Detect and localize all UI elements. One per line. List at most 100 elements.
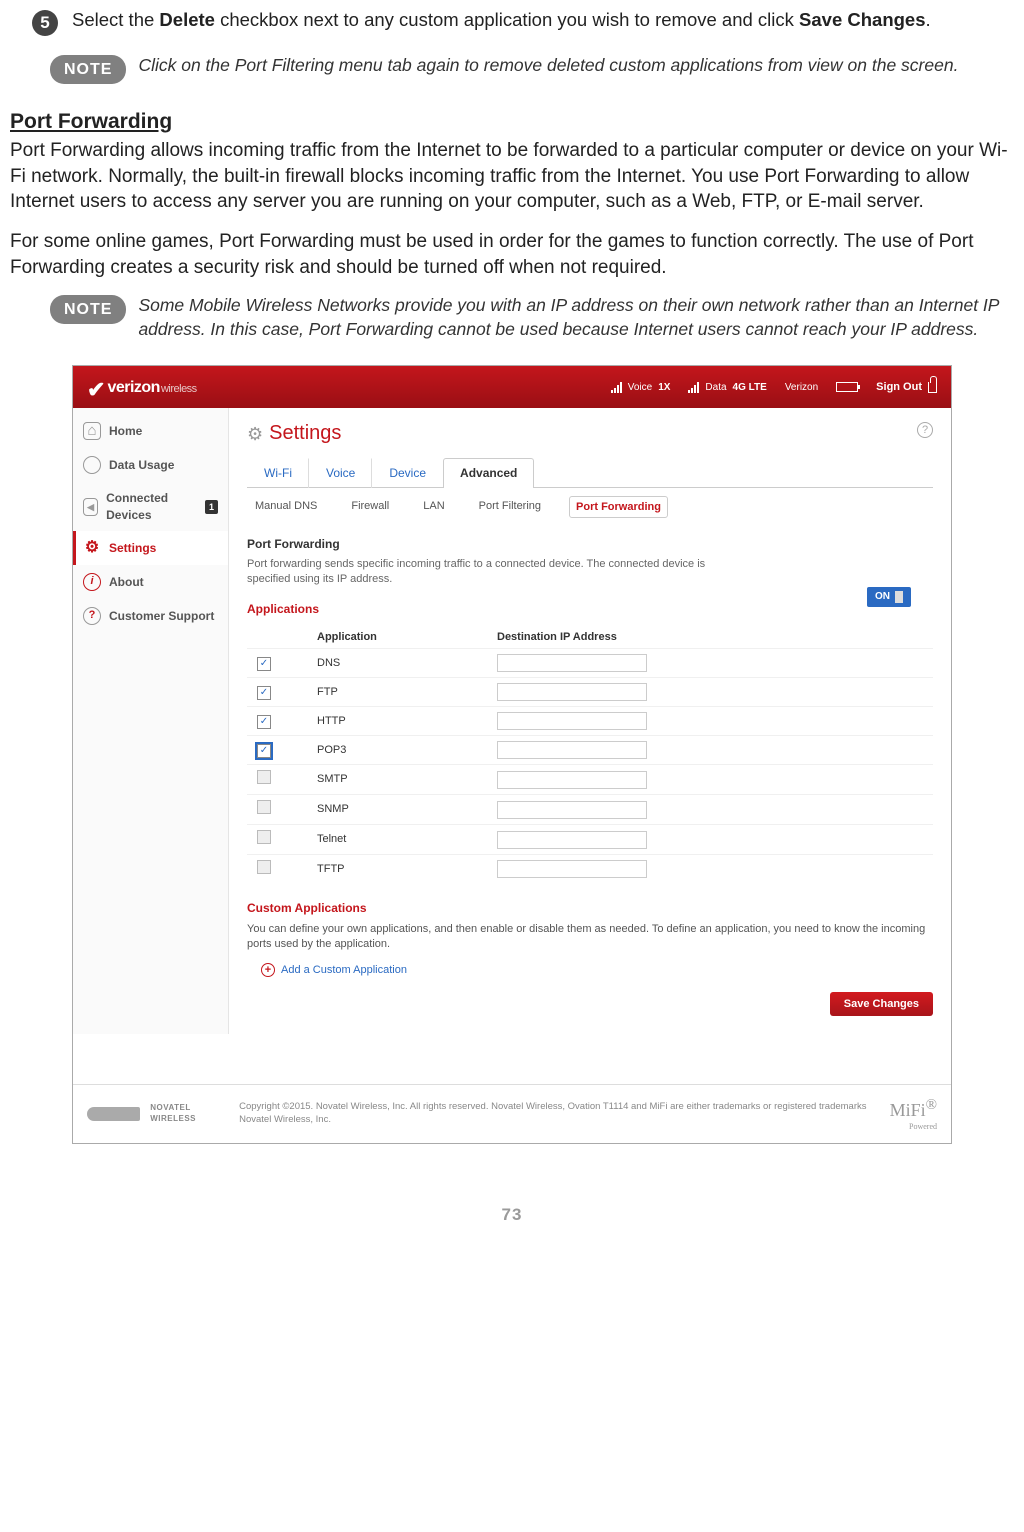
subtab-port-filtering[interactable]: Port Filtering bbox=[473, 496, 547, 519]
sidebar-label: Data Usage bbox=[109, 457, 174, 473]
destination-ip-input[interactable] bbox=[497, 683, 647, 701]
add-custom-app-link[interactable]: +Add a Custom Application bbox=[261, 963, 933, 978]
step-text-b: checkbox next to any custom application … bbox=[215, 9, 799, 30]
save-changes-button[interactable]: Save Changes bbox=[830, 992, 933, 1016]
app-name: POP3 bbox=[317, 743, 497, 758]
app-checkbox[interactable] bbox=[257, 860, 271, 874]
tab-bar: Wi-Fi Voice Device Advanced bbox=[247, 457, 933, 487]
verizon-admin-screenshot: ✔ verizonwireless Voice 1X Data 4G LTE V… bbox=[72, 365, 952, 1143]
destination-ip-input[interactable] bbox=[497, 801, 647, 819]
app-name: HTTP bbox=[317, 714, 497, 729]
subtab-lan[interactable]: LAN bbox=[417, 496, 450, 519]
carrier-indicator: Verizon bbox=[785, 381, 818, 395]
tab-voice[interactable]: Voice bbox=[309, 458, 372, 487]
note-pill: NOTE bbox=[50, 55, 126, 84]
app-checkbox[interactable] bbox=[257, 830, 271, 844]
destination-ip-input[interactable] bbox=[497, 771, 647, 789]
app-checkbox[interactable]: ✓ bbox=[257, 744, 271, 758]
lock-icon bbox=[928, 382, 937, 393]
sidebar-item-data-usage[interactable]: Data Usage bbox=[73, 448, 228, 482]
app-checkbox[interactable]: ✓ bbox=[257, 657, 271, 671]
sign-out-link[interactable]: Sign Out bbox=[876, 380, 937, 395]
pf-section-title: Port Forwarding bbox=[247, 536, 933, 552]
voice-value: 1X bbox=[658, 381, 670, 395]
footer: NOVATEL WIRELESS Copyright ©2015. Novate… bbox=[73, 1084, 951, 1143]
app-checkbox[interactable]: ✓ bbox=[257, 686, 271, 700]
note-pill: NOTE bbox=[50, 295, 126, 324]
sidebar-label: Settings bbox=[109, 540, 156, 556]
destination-ip-input[interactable] bbox=[497, 712, 647, 730]
step-5-row: 5 Select the Delete checkbox next to any… bbox=[10, 8, 1014, 36]
page-number: 73 bbox=[10, 1204, 1014, 1227]
applications-heading: Applications bbox=[247, 601, 933, 617]
gear-icon bbox=[83, 539, 101, 557]
destination-ip-input[interactable] bbox=[497, 654, 647, 672]
step-bold-save: Save Changes bbox=[799, 9, 925, 30]
tab-wifi[interactable]: Wi-Fi bbox=[247, 458, 309, 487]
brand-wireless: wireless bbox=[161, 382, 197, 397]
note-2: NOTE Some Mobile Wireless Networks provi… bbox=[50, 294, 1014, 341]
home-icon bbox=[83, 422, 101, 440]
main-panel: ? ⚙Settings Wi-Fi Voice Device Advanced … bbox=[229, 408, 951, 1033]
info-icon bbox=[83, 573, 101, 591]
tab-advanced[interactable]: Advanced bbox=[443, 458, 534, 487]
gear-icon: ⚙ bbox=[247, 422, 263, 446]
subtab-manual-dns[interactable]: Manual DNS bbox=[249, 496, 323, 519]
pf-toggle[interactable]: ON bbox=[867, 587, 911, 607]
step-bold-delete: Delete bbox=[159, 9, 215, 30]
app-name: SMTP bbox=[317, 772, 497, 787]
header-bar: ✔ verizonwireless Voice 1X Data 4G LTE V… bbox=[73, 366, 951, 408]
pf-intro-row: Port Forwarding Port forwarding sends sp… bbox=[247, 536, 933, 587]
step-number-badge: 5 bbox=[32, 10, 58, 36]
app-checkbox[interactable] bbox=[257, 770, 271, 784]
app-row: ✓ HTTP bbox=[247, 706, 933, 735]
note-1: NOTE Click on the Port Filtering menu ta… bbox=[50, 54, 1014, 84]
sidebar-item-connected-devices[interactable]: Connected Devices1 bbox=[73, 482, 228, 530]
voice-label: Voice bbox=[628, 381, 652, 395]
sidebar-label: Home bbox=[109, 423, 142, 439]
step-text-c: . bbox=[926, 9, 931, 30]
signal-bars-icon bbox=[688, 381, 699, 393]
verizon-check-icon: ✔ bbox=[87, 375, 105, 405]
sidebar-item-settings[interactable]: Settings bbox=[73, 531, 228, 565]
globe-icon bbox=[83, 456, 101, 474]
apps-table-body: ✓DNS✓FTP✓HTTP✓POP3SMTPSNMPTelnetTFTP bbox=[247, 648, 933, 883]
tab-device[interactable]: Device bbox=[372, 458, 443, 487]
sidebar: Home Data Usage Connected Devices1 Setti… bbox=[73, 408, 229, 1033]
destination-ip-input[interactable] bbox=[497, 831, 647, 849]
sidebar-label: Customer Support bbox=[109, 608, 214, 624]
pf-section-desc: Port forwarding sends specific incoming … bbox=[247, 557, 707, 588]
sidebar-item-home[interactable]: Home bbox=[73, 414, 228, 448]
sidebar-label: About bbox=[109, 574, 144, 590]
port-forwarding-heading: Port Forwarding bbox=[10, 108, 1014, 136]
app-checkbox[interactable]: ✓ bbox=[257, 715, 271, 729]
data-indicator: Data 4G LTE bbox=[688, 381, 766, 395]
data-label: Data bbox=[705, 381, 726, 395]
footer-copyright: Copyright ©2015. Novatel Wireless, Inc. … bbox=[239, 1101, 879, 1127]
note-2-text: Some Mobile Wireless Networks provide yo… bbox=[138, 294, 1014, 341]
battery-icon bbox=[836, 382, 858, 392]
app-name: FTP bbox=[317, 685, 497, 700]
help-icon bbox=[83, 607, 101, 625]
sidebar-item-about[interactable]: About bbox=[73, 565, 228, 599]
col-application: Application bbox=[317, 630, 497, 645]
app-checkbox[interactable] bbox=[257, 800, 271, 814]
app-name: SNMP bbox=[317, 802, 497, 817]
pf-paragraph-2: For some online games, Port Forwarding m… bbox=[10, 229, 1014, 280]
brand-logo: verizonwireless bbox=[107, 377, 196, 399]
app-name: TFTP bbox=[317, 862, 497, 877]
subtab-port-forwarding[interactable]: Port Forwarding bbox=[569, 496, 668, 519]
subtab-firewall[interactable]: Firewall bbox=[345, 496, 395, 519]
destination-ip-input[interactable] bbox=[497, 741, 647, 759]
toggle-knob-icon bbox=[895, 591, 903, 603]
sidebar-item-support[interactable]: Customer Support bbox=[73, 599, 228, 633]
footer-brand: NOVATEL WIRELESS bbox=[150, 1103, 229, 1125]
sidebar-label: Connected Devices bbox=[106, 490, 197, 522]
step-text: Select the Delete checkbox next to any c… bbox=[72, 8, 1014, 36]
app-row: ✓ FTP bbox=[247, 677, 933, 706]
signal-bars-icon bbox=[611, 381, 622, 393]
step-text-a: Select the bbox=[72, 9, 159, 30]
page-title: ⚙Settings bbox=[247, 420, 933, 447]
app-name: Telnet bbox=[317, 832, 497, 847]
destination-ip-input[interactable] bbox=[497, 860, 647, 878]
